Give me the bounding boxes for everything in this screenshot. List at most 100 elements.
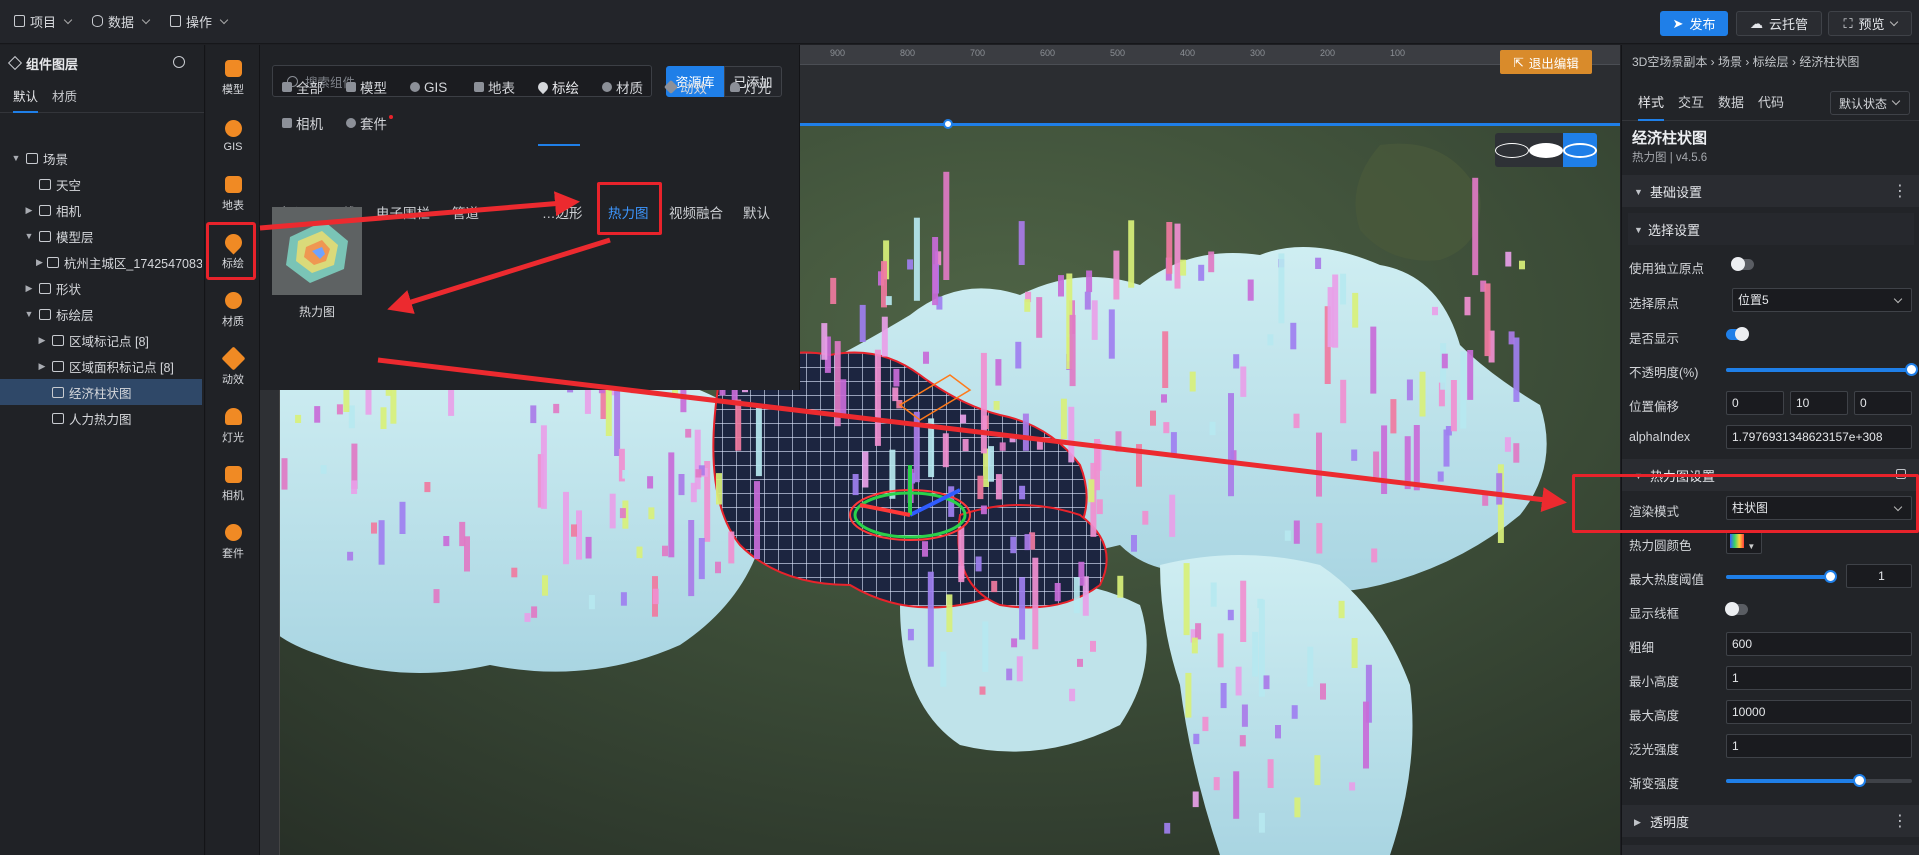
category-terrain[interactable]: 地表 — [206, 165, 260, 223]
catalog-category-camera[interactable]: 相机 — [282, 112, 323, 134]
menu-project[interactable]: 项目 — [6, 8, 79, 34]
catalog-category-kit[interactable]: 套件 — [346, 112, 393, 134]
tab-data[interactable]: 数据 — [1718, 85, 1744, 121]
heat-bar — [1069, 314, 1076, 387]
catalog-category-gis[interactable]: GIS — [410, 76, 447, 98]
heat-color-picker[interactable]: ▼ — [1726, 530, 1762, 554]
min-height-input[interactable]: 1 — [1726, 666, 1912, 690]
layer-tree-item[interactable]: 人力热力图 — [0, 405, 202, 431]
category-effect[interactable]: 动效 — [206, 339, 260, 397]
search-input[interactable]: 搜索组件 — [272, 65, 652, 97]
catalog-category-terrain[interactable]: 地表 — [474, 76, 515, 98]
caret-down-icon[interactable]: ▼ — [23, 309, 35, 319]
show-wire-switch[interactable] — [1725, 602, 1748, 616]
publish-button[interactable]: ➤ 发布 — [1660, 11, 1728, 36]
heat-bar — [1241, 704, 1248, 727]
category-model[interactable]: 模型 — [206, 49, 260, 107]
max-heat-input[interactable]: 1 — [1846, 564, 1912, 588]
catalog-category-all[interactable]: 全部 — [282, 76, 323, 98]
layer-panel: 组件图层 默认 材质 ▼ 场景 天空 ▶ 相机 ▼ 模型层 ▶ 杭州主城区_1742547083… — [0, 45, 205, 855]
subcategory-polygon[interactable]: …边形 — [542, 202, 583, 222]
exit-edit-button[interactable]: ⇱ 退出编辑 — [1500, 50, 1592, 74]
catalog-category-material[interactable]: 材质 — [602, 76, 643, 98]
layer-tree-item[interactable]: ▶ 相机 — [0, 197, 202, 223]
tab-style[interactable]: 样式 — [1638, 85, 1665, 121]
heat-bar — [977, 475, 984, 500]
category-camera[interactable]: 相机 — [206, 455, 260, 513]
field-min-height: 最小高度 1 — [1622, 663, 1919, 693]
section-basic[interactable]: ▼ 基础设置 ⋮ — [1622, 175, 1919, 207]
heatmap-component-thumbnail[interactable] — [272, 207, 362, 295]
offset-x-input[interactable]: 0 — [1726, 391, 1784, 415]
more-icon[interactable]: ⋮ — [1892, 811, 1908, 831]
layer-tree-item[interactable]: 经济柱状图 — [0, 379, 202, 405]
category-kit[interactable]: 套件 — [206, 513, 260, 571]
heat-bar — [1170, 432, 1177, 455]
menu-operate[interactable]: 操作 — [162, 8, 235, 34]
opacity-slider-handle[interactable] — [1905, 363, 1918, 376]
alpha-index-input[interactable]: 1.7976931348623157e+308 — [1726, 425, 1912, 449]
caret-down-icon[interactable]: ▼ — [23, 231, 35, 241]
tab-code[interactable]: 代码 — [1758, 85, 1784, 121]
visible-switch[interactable] — [1726, 327, 1749, 341]
caret-right-icon[interactable]: ▶ — [23, 283, 35, 294]
subcategory-pipe[interactable]: 管道 — [452, 202, 479, 222]
max-height-input[interactable]: 10000 — [1726, 700, 1912, 724]
gradient-slider-handle[interactable] — [1852, 774, 1866, 787]
heat-bar — [1441, 353, 1448, 369]
catalog-category-model[interactable]: 模型 — [346, 76, 387, 98]
category-gis[interactable]: GIS — [206, 107, 260, 165]
section-select[interactable]: ▼ 选择设置 — [1628, 213, 1914, 245]
catalog-category-effect[interactable]: 动效 — [663, 76, 707, 98]
layer-tree-item[interactable]: ▶ 形状 — [0, 275, 202, 301]
section-transparency[interactable]: ▶ 透明度 ⋮ — [1622, 805, 1919, 837]
caret-right-icon[interactable]: ▶ — [36, 361, 48, 372]
cloud-host-button[interactable]: ☁ 云托管 — [1736, 11, 1822, 36]
caret-down-icon[interactable]: ▼ — [10, 153, 22, 163]
caret-right-icon[interactable]: ▶ — [23, 205, 35, 216]
subcategory-default[interactable]: 默认 — [743, 202, 770, 222]
view-mode-sphere[interactable] — [1529, 133, 1563, 167]
offset-y-input[interactable]: 10 — [1790, 391, 1848, 415]
catalog-category-light[interactable]: 灯光 — [730, 76, 771, 98]
heat-bar — [371, 522, 377, 534]
layer-tree-item[interactable]: ▶ 区域面积标记点 [8] — [0, 353, 202, 379]
thickness-input[interactable]: 600 — [1726, 632, 1912, 656]
tab-material[interactable]: 材质 — [52, 81, 77, 113]
max-heat-slider-handle[interactable] — [1823, 570, 1837, 583]
glow-input[interactable]: 1 — [1726, 734, 1912, 758]
offset-z-input[interactable]: 0 — [1854, 391, 1912, 415]
caret-right-icon[interactable]: ▶ — [36, 257, 43, 268]
subcategory-fence[interactable]: 电子围栏 — [376, 202, 430, 222]
tab-default[interactable]: 默认 — [13, 81, 39, 113]
preview-button[interactable]: ⛶ 预览 — [1828, 11, 1912, 36]
layer-tree-item[interactable]: 天空 — [0, 171, 202, 197]
layer-tree-item[interactable]: ▶ 杭州主城区_1742547083... — [0, 249, 202, 275]
layer-tree-item[interactable]: ▼ 标绘层 — [0, 301, 202, 327]
heat-bar — [1189, 371, 1196, 392]
caret-right-icon[interactable]: ▶ — [36, 335, 48, 346]
menu-data[interactable]: 数据 — [84, 8, 157, 34]
view-mode-globe[interactable] — [1495, 133, 1529, 167]
heat-bar — [927, 571, 934, 667]
heat-bar — [892, 387, 899, 402]
tab-interaction[interactable]: 交互 — [1678, 85, 1704, 121]
search-icon[interactable] — [173, 56, 185, 68]
state-select[interactable]: 默认状态 — [1830, 91, 1910, 115]
category-light[interactable]: 灯光 — [206, 397, 260, 455]
use-origin-switch[interactable] — [1731, 257, 1754, 271]
catalog-category-plot[interactable]: 标绘 — [535, 76, 579, 98]
heat-bar — [1291, 705, 1298, 719]
heat-bar — [1278, 253, 1285, 324]
more-icon[interactable]: ⋮ — [1892, 181, 1908, 201]
resize-handle[interactable] — [943, 119, 953, 129]
layer-tree-item[interactable]: ▼ 场景 — [0, 145, 202, 171]
view-mode-orbit[interactable] — [1563, 133, 1597, 167]
origin-select[interactable]: 位置5 — [1732, 288, 1912, 312]
exit-icon: ⇱ — [1513, 55, 1524, 70]
subcategory-video-fusion[interactable]: 视频融合 — [669, 202, 723, 222]
category-material[interactable]: 材质 — [206, 281, 260, 339]
layer-tree-item[interactable]: ▶ 区域标记点 [8] — [0, 327, 202, 353]
layer-tree-item[interactable]: ▼ 模型层 — [0, 223, 202, 249]
heat-bar — [821, 323, 828, 360]
